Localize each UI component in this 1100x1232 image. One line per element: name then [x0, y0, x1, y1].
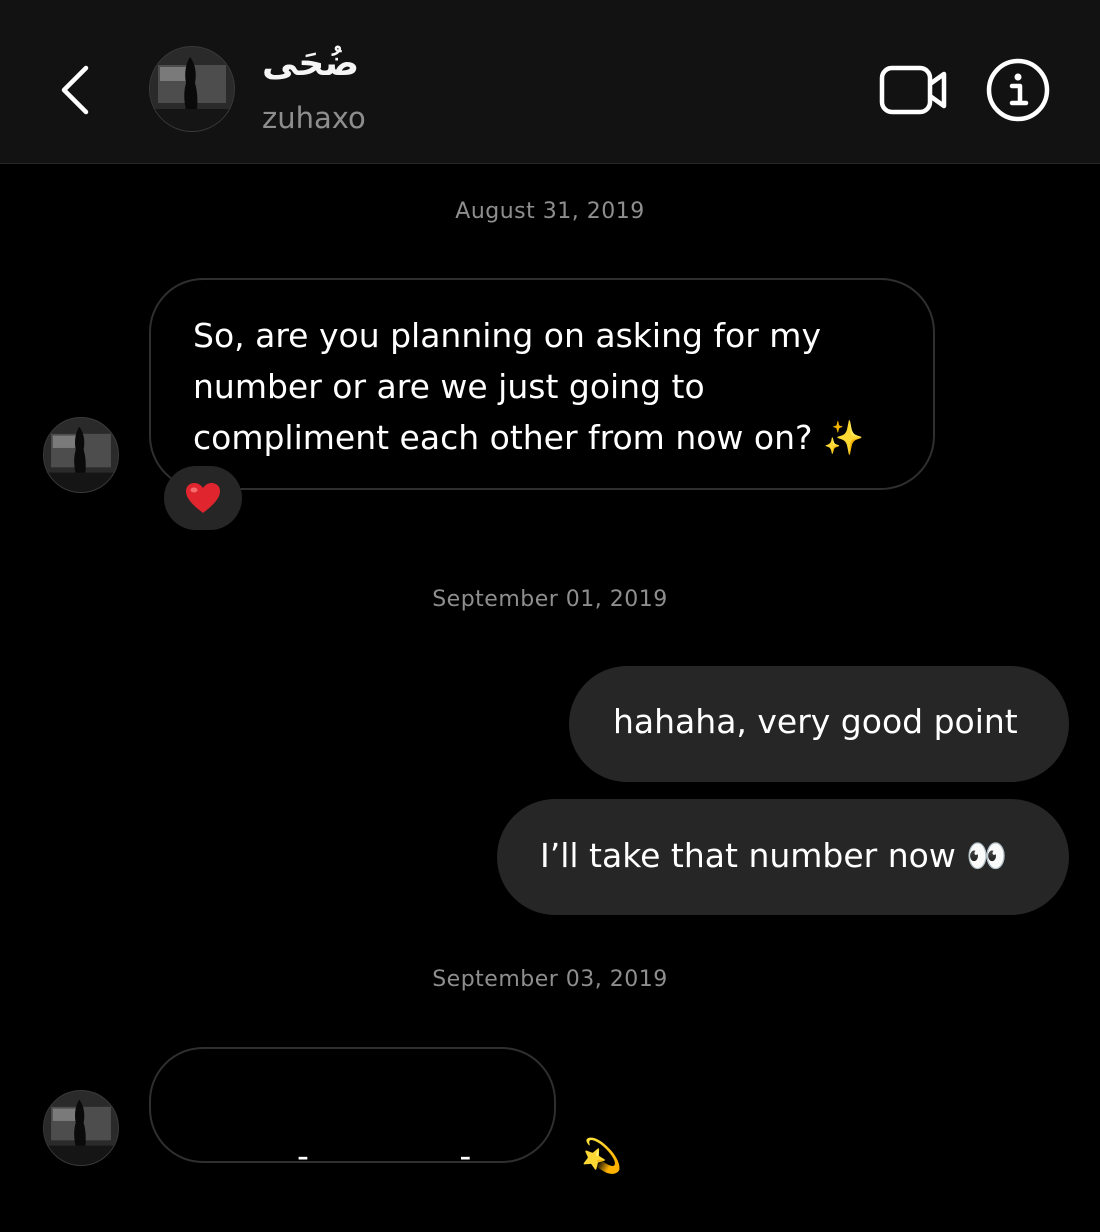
message-text: hahaha, very good point [613, 702, 1018, 741]
avatar-silhouette [150, 47, 234, 131]
avatar-silhouette [44, 1091, 118, 1165]
message-line: number or are we just going to [193, 367, 705, 406]
video-camera-icon [879, 65, 947, 115]
heart-reaction[interactable] [164, 466, 242, 530]
date-divider: August 31, 2019 [455, 199, 645, 224]
message-line: compliment each other from now on? ✨ [193, 418, 865, 457]
date-divider: September 01, 2019 [432, 587, 668, 612]
contact-avatar[interactable] [149, 46, 235, 132]
message-line: So, are you planning on asking for my [193, 316, 821, 355]
info-icon [986, 58, 1050, 122]
outgoing-message-bubble[interactable]: I’ll take that number now 👀 [497, 799, 1069, 915]
heart-emoji-icon [186, 483, 220, 513]
dizzy-emoji: 💫 [581, 1136, 623, 1175]
sender-avatar[interactable] [43, 417, 119, 493]
contact-username[interactable]: zuhaxo [262, 100, 366, 136]
redacted-phone-number: - - 💫 [255, 1079, 622, 1232]
chevron-left-icon [61, 65, 89, 115]
message-text: I’ll take that number now 👀 [540, 836, 1008, 875]
message-text: - - [296, 1136, 542, 1175]
chat-header: ضُحَى zuhaxo [0, 0, 1100, 164]
date-divider: September 03, 2019 [432, 967, 668, 992]
info-button[interactable] [985, 57, 1051, 123]
avatar-silhouette [44, 418, 118, 492]
incoming-message-bubble-redacted[interactable]: - - 💫 [149, 1047, 622, 1175]
contact-name[interactable]: ضُحَى [262, 44, 359, 84]
video-call-button[interactable] [876, 60, 952, 120]
outgoing-message-bubble[interactable]: hahaha, very good point [569, 666, 1069, 782]
back-button[interactable] [44, 52, 108, 128]
incoming-message-bubble[interactable]: So, are you planning on asking for my nu… [149, 278, 935, 490]
sender-avatar[interactable] [43, 1090, 119, 1166]
